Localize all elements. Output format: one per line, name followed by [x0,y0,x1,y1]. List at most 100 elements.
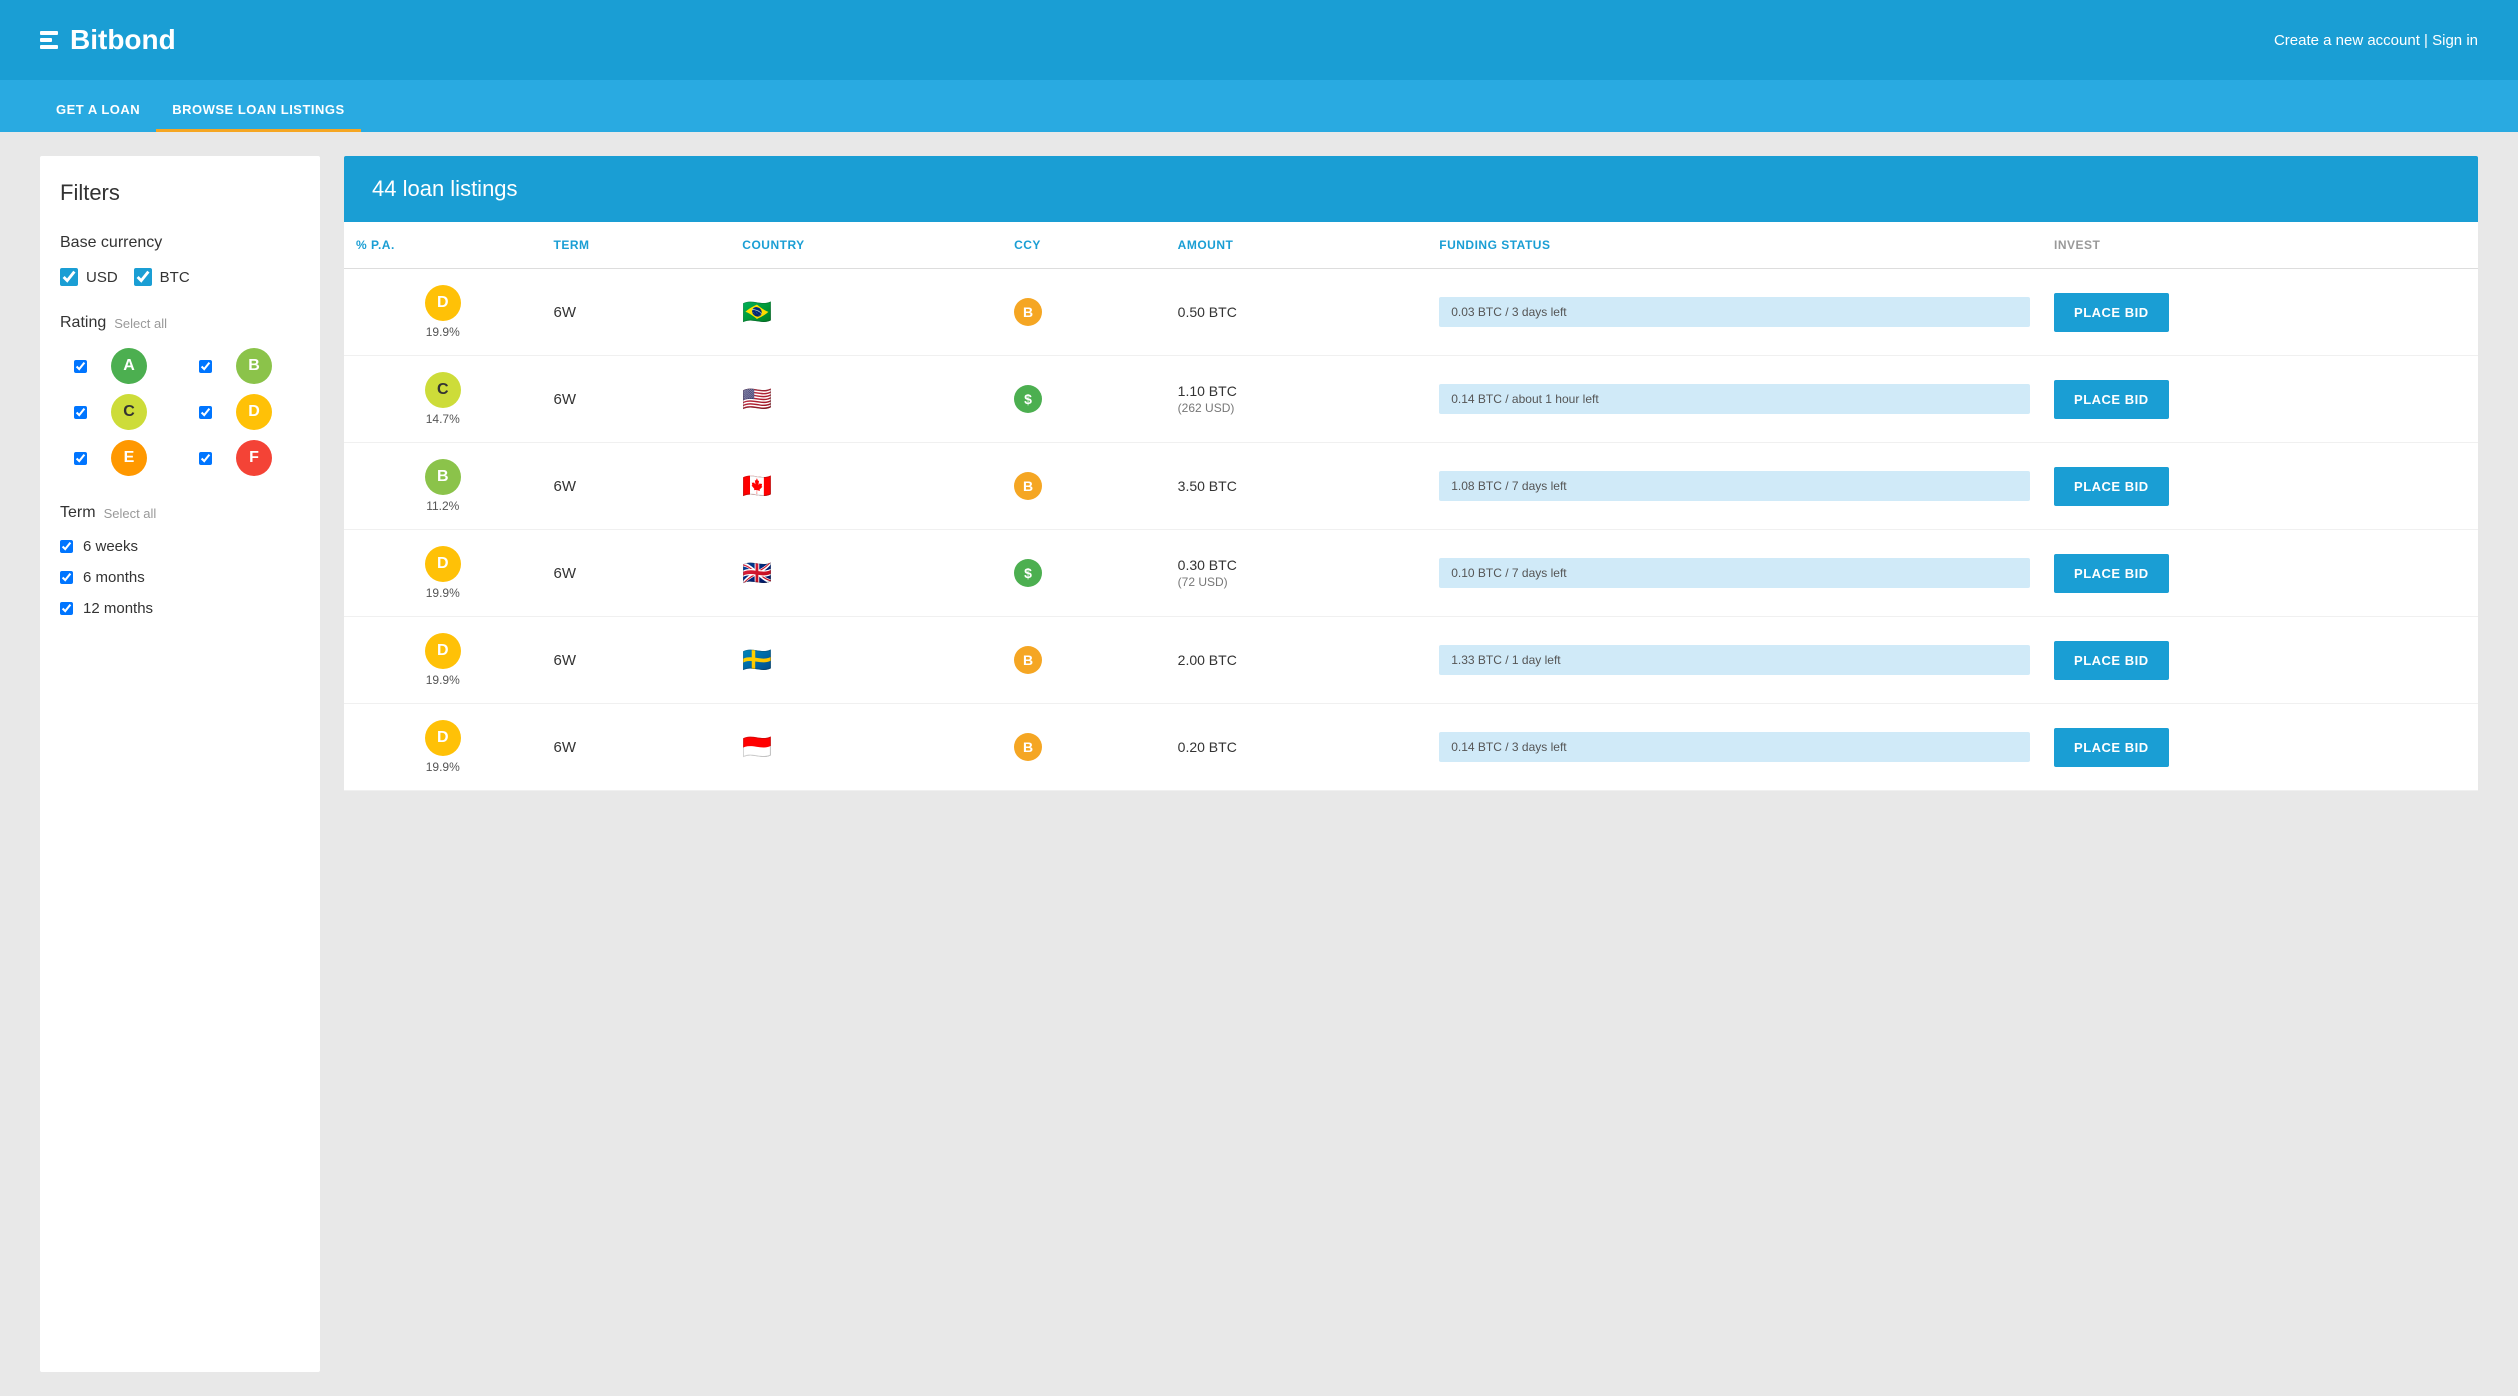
ccy-cell: $ [1002,356,1166,443]
btc-checkbox-label[interactable]: BTC [134,268,190,286]
usd-checkbox[interactable] [60,268,78,286]
term-6m-label: 6 months [83,569,145,586]
rating-cell: D 19.9% [344,704,542,791]
logo-text: Bitbond [70,24,176,56]
rating-select-all[interactable]: Select all [114,316,167,331]
funding-cell: 0.14 BTC / about 1 hour left [1427,356,2042,443]
rating-badge-e: E [111,440,147,476]
table-row: B 11.2% 6W🇨🇦 B 3.50 BTC 1.08 BTC / 7 days l… [344,443,2478,530]
term-12m-label: 12 months [83,600,153,617]
rating-cell: B 11.2% [344,443,542,530]
place-bid-button[interactable]: PLACE BID [2054,728,2169,767]
row-rating-badge: D [425,285,461,321]
create-account-link[interactable]: Create a new account [2274,32,2420,49]
country-cell: 🇮🇩 [730,704,1002,791]
rating-cell: D 19.9% [344,530,542,617]
funding-bar: 0.10 BTC / 7 days left [1439,558,2030,588]
row-rating-pct: 19.9% [426,586,460,600]
ccy-icon: $ [1014,559,1042,587]
col-country: COUNTRY [730,222,1002,269]
term-cell: 6W [542,443,731,530]
listings-content: 44 loan listings % P.A. TERM COUNTRY CCY… [344,156,2478,1372]
row-rating-badge: D [425,720,461,756]
funding-cell: 1.33 BTC / 1 day left [1427,617,2042,704]
listings-header: 44 loan listings [344,156,2478,222]
rating-badge-a: A [111,348,147,384]
amount-cell: 1.10 BTC(262 USD) [1166,356,1428,443]
sign-in-link[interactable]: Sign in [2432,32,2478,49]
row-rating-pct: 19.9% [426,673,460,687]
amount-cell: 3.50 BTC [1166,443,1428,530]
usd-checkbox-label[interactable]: USD [60,268,118,286]
btc-checkbox[interactable] [134,268,152,286]
term-list: 6 weeks 6 months 12 months [60,538,300,617]
country-cell: 🇺🇸 [730,356,1002,443]
rating-title: Rating Select all [60,314,300,332]
table-row: D 19.9% 6W🇸🇪B2.00 BTC1.33 BTC / 1 day le… [344,617,2478,704]
funding-cell: 0.14 BTC / 3 days left [1427,704,2042,791]
invest-cell: PLACE BID [2042,704,2478,791]
table-row: D 19.9% 6W🇬🇧$0.30 BTC(72 USD)0.10 BTC / … [344,530,2478,617]
term-select-all[interactable]: Select all [104,506,157,521]
rating-b-checkbox[interactable] [185,360,226,373]
term-6w-checkbox[interactable] [60,540,73,553]
nav-get-a-loan[interactable]: GET A LOAN [40,102,156,132]
header: Bitbond Create a new account | Sign in [0,0,2518,80]
logo-icon [40,31,58,49]
place-bid-button[interactable]: PLACE BID [2054,293,2169,332]
ccy-cell: B [1002,617,1166,704]
rating-badge-c: C [111,394,147,430]
term-6m-checkbox[interactable] [60,571,73,584]
funding-bar: 0.03 BTC / 3 days left [1439,297,2030,327]
main-nav: GET A LOAN BROWSE LOAN LISTINGS [0,80,2518,132]
term-cell: 6W [542,617,731,704]
ccy-icon: B [1014,472,1042,500]
country-cell: 🇨🇦 [730,443,1002,530]
rating-cell: D 19.9% [344,617,542,704]
rating-f-checkbox[interactable] [185,452,226,465]
table-row: D 19.9% 6W🇮🇩B0.20 BTC0.14 BTC / 3 days l… [344,704,2478,791]
place-bid-button[interactable]: PLACE BID [2054,380,2169,419]
term-title: Term Select all [60,504,300,522]
ccy-cell: B [1002,443,1166,530]
funding-cell: 0.10 BTC / 7 days left [1427,530,2042,617]
col-ccy: CCY [1002,222,1166,269]
funding-bar: 1.33 BTC / 1 day left [1439,645,2030,675]
col-funding: FUNDING STATUS [1427,222,2042,269]
invest-cell: PLACE BID [2042,356,2478,443]
ccy-cell: B [1002,704,1166,791]
funding-bar: 1.08 BTC / 7 days left [1439,471,2030,501]
term-cell: 6W [542,356,731,443]
country-cell: 🇧🇷 [730,269,1002,356]
row-rating-badge: C [425,372,461,408]
term-12m[interactable]: 12 months [60,600,300,617]
place-bid-button[interactable]: PLACE BID [2054,641,2169,680]
term-6w[interactable]: 6 weeks [60,538,300,555]
listings-table: % P.A. TERM COUNTRY CCY AMOUNT FUNDING S… [344,222,2478,791]
ccy-icon: B [1014,298,1042,326]
term-cell: 6W [542,704,731,791]
row-rating-pct: 11.2% [426,499,459,513]
invest-cell: PLACE BID [2042,617,2478,704]
place-bid-button[interactable]: PLACE BID [2054,554,2169,593]
term-6m[interactable]: 6 months [60,569,300,586]
table-header: % P.A. TERM COUNTRY CCY AMOUNT FUNDING S… [344,222,2478,269]
nav-browse-loan-listings[interactable]: BROWSE LOAN LISTINGS [156,102,361,132]
term-12m-checkbox[interactable] [60,602,73,615]
country-cell: 🇬🇧 [730,530,1002,617]
term-filter: Term Select all 6 weeks 6 months 12 mont… [60,504,300,617]
ccy-cell: B [1002,269,1166,356]
col-pct-pa: % P.A. [344,222,542,269]
ccy-cell: $ [1002,530,1166,617]
logo: Bitbond [40,24,176,56]
rating-a-checkbox[interactable] [60,360,101,373]
rating-d-checkbox[interactable] [185,406,226,419]
rating-e-checkbox[interactable] [60,452,101,465]
country-cell: 🇸🇪 [730,617,1002,704]
base-currency-title: Base currency [60,234,300,252]
main-content: Filters Base currency USD BTC Rating [0,132,2518,1396]
btc-label: BTC [160,269,190,286]
rating-c-checkbox[interactable] [60,406,101,419]
invest-cell: PLACE BID [2042,530,2478,617]
place-bid-button[interactable]: PLACE BID [2054,467,2169,506]
